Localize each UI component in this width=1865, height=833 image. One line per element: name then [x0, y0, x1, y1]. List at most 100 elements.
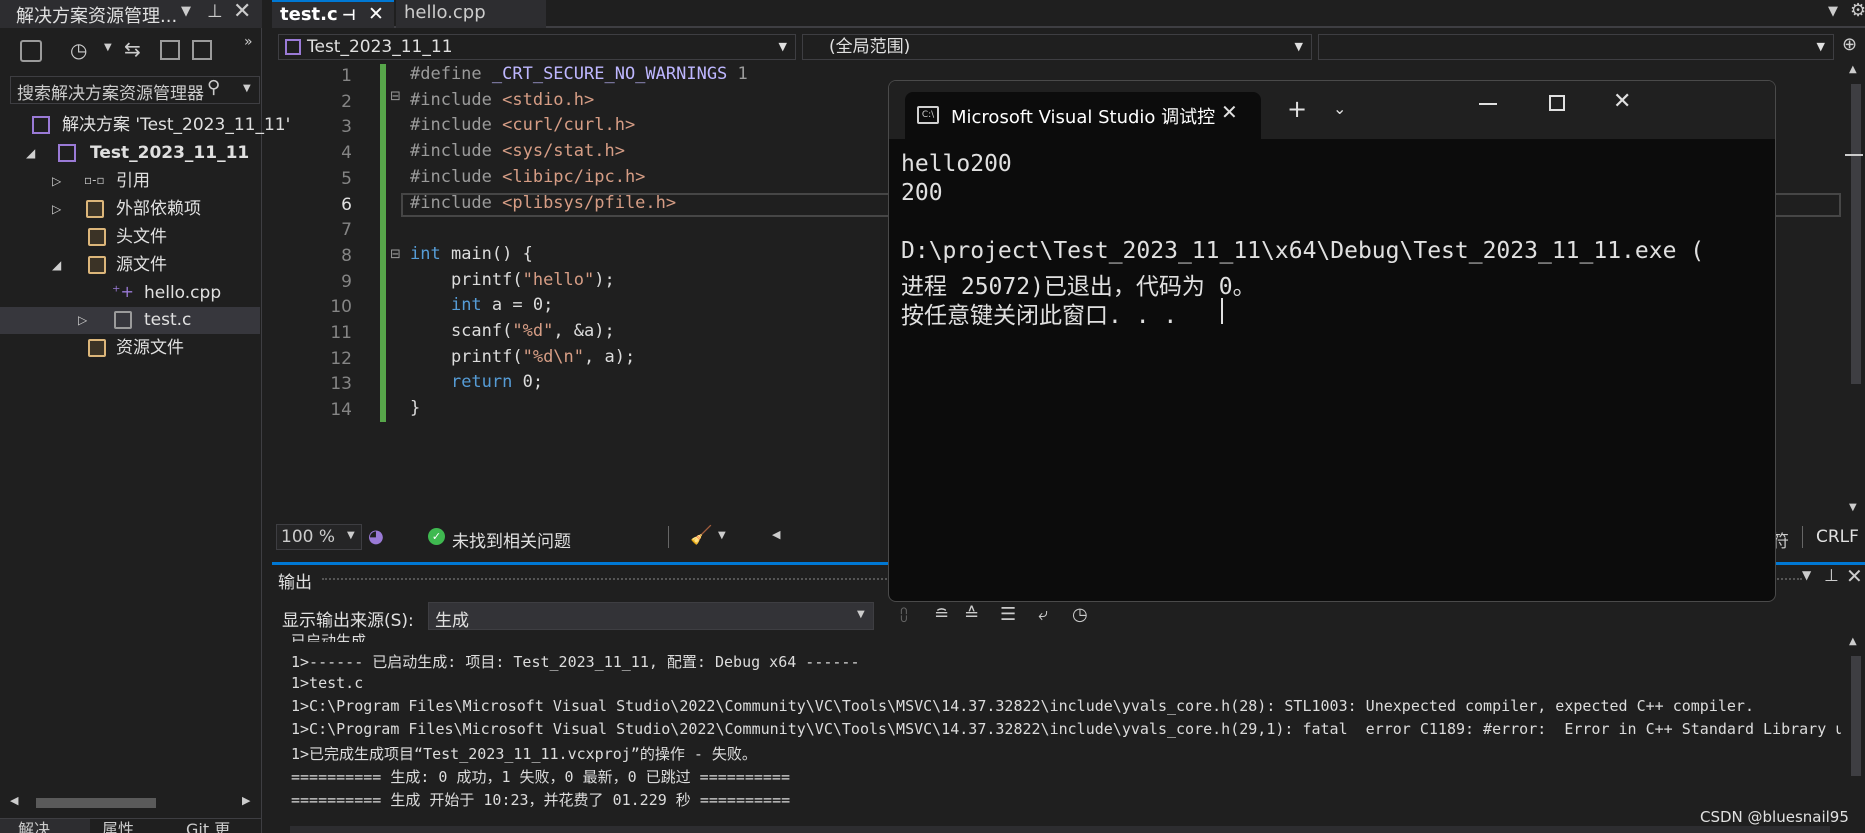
external-deps-icon	[86, 200, 104, 218]
tree-item-references[interactable]: ▷ ▫-▫ 引用	[0, 168, 260, 195]
copilot-icon[interactable]: ◕	[368, 526, 384, 547]
close-tab-icon[interactable]: ✕	[1221, 100, 1238, 124]
scroll-right-icon[interactable]: ▶	[242, 794, 250, 807]
tree-item-hello-cpp[interactable]: ⁺+ hello.cpp	[0, 280, 260, 307]
close-icon[interactable]: ✕	[368, 1, 384, 27]
clear-all-icon[interactable]: ☰	[1000, 604, 1016, 625]
close-window-icon[interactable]: ✕	[1613, 89, 1631, 114]
tree-item-solution[interactable]: 解决方案 'Test_2023_11_11'	[0, 112, 290, 139]
solution-explorer-titlebar: 解决方案资源管理... ▼ ⊥ ✕	[0, 0, 262, 28]
next-message-icon[interactable]: ≙	[964, 604, 979, 625]
scroll-down-icon[interactable]: ▼	[1849, 502, 1857, 513]
tree-item-source-files[interactable]: ◢ 源文件	[0, 252, 260, 279]
console-line: 按任意键关闭此窗口. . .	[901, 303, 1178, 329]
collapsed-icon[interactable]: ▷	[52, 196, 61, 223]
caret-marker	[1845, 154, 1863, 156]
gear-icon[interactable]: ⚙	[1850, 0, 1865, 21]
scroll-thumb[interactable]	[1851, 84, 1861, 384]
find-message-icon[interactable]: ⩇	[900, 606, 908, 626]
chevron-down-icon: ▼	[347, 530, 355, 541]
split-editor-icon[interactable]: ⊕	[1842, 34, 1857, 55]
debug-console-window[interactable]: C:\ Microsoft Visual Studio 调试控 ✕ + ⌄ ✕ …	[888, 80, 1776, 602]
word-wrap-icon[interactable]: ⤶	[1038, 604, 1048, 625]
scroll-left-icon[interactable]: ◀	[10, 794, 18, 807]
editor-vertical-scrollbar[interactable]: ▲ ▼	[1845, 64, 1865, 514]
minimize-icon[interactable]	[1479, 103, 1497, 105]
output-horizontal-scrollbar[interactable]	[290, 826, 1830, 833]
output-source-dropdown[interactable]: 生成 ▼	[428, 602, 874, 631]
console-line: hello200	[901, 151, 1012, 177]
scroll-thumb[interactable]	[1851, 656, 1861, 776]
tab-solution-explorer[interactable]: 解决...	[0, 819, 90, 833]
output-source-label: 显示输出来源(S):	[282, 611, 414, 631]
output-line: 1>已完成生成项目“Test_2023_11_11.vcxproj”的操作 - …	[291, 745, 757, 763]
tab-list-dropdown-icon[interactable]: ▼	[1828, 4, 1838, 19]
code-line: #include <sys/stat.h>	[410, 141, 625, 162]
line-ending-indicator[interactable]: CRLF	[1816, 527, 1859, 547]
code-line: return 0;	[450, 372, 544, 393]
tree-item-header-files[interactable]: 头文件	[0, 224, 260, 251]
history-icon[interactable]: ◷	[70, 38, 87, 62]
tree-item-external-deps[interactable]: ▷ 外部依赖项	[0, 196, 260, 223]
maximize-icon[interactable]	[1549, 95, 1565, 111]
chevron-down-icon[interactable]: ⌄	[1333, 99, 1346, 118]
tree-item-test-c[interactable]: ▷ test.c	[0, 307, 260, 334]
search-box[interactable]: 搜索解决方案资源管理器 ⚲ ▼	[10, 76, 260, 104]
new-tab-icon[interactable]: +	[1287, 95, 1307, 123]
tab-properties[interactable]: 属性	[102, 819, 134, 833]
close-icon[interactable]: ✕	[233, 0, 251, 24]
code-cleanup-icon[interactable]: 🧹	[690, 525, 712, 546]
show-all-files-icon[interactable]	[192, 40, 212, 60]
timestamp-icon[interactable]: ◷	[1072, 604, 1088, 625]
project-dropdown-value: Test_2023_11_11	[307, 37, 453, 57]
search-icon[interactable]: ⚲	[207, 77, 237, 103]
search-options-icon[interactable]: ▼	[243, 83, 251, 94]
pin-icon[interactable]: ⊥	[1824, 566, 1839, 586]
pin-icon[interactable]: ⊣	[342, 2, 356, 28]
scroll-up-icon[interactable]: ▲	[1849, 636, 1857, 647]
member-dropdown[interactable]: ▼	[1318, 34, 1834, 60]
tree-item-resource-files[interactable]: 资源文件	[0, 335, 260, 362]
zoom-dropdown[interactable]: 100 % ▼	[276, 524, 362, 550]
tab-git-changes[interactable]: Git 更...	[186, 819, 245, 833]
tab-hello-cpp[interactable]: hello.cpp	[396, 0, 546, 28]
dropdown-icon[interactable]: ▼	[1802, 568, 1811, 582]
console-titlebar: C:\ Microsoft Visual Studio 调试控 ✕ + ⌄ ✕	[889, 81, 1775, 139]
overflow-icon[interactable]: »	[244, 34, 253, 50]
scope-dropdown[interactable]: (全局范围) ▼	[802, 34, 1312, 60]
close-icon[interactable]: ✕	[1846, 564, 1863, 588]
dropdown-icon[interactable]: ▼	[181, 4, 191, 19]
scroll-left-icon[interactable]: ◀	[772, 528, 780, 541]
output-vertical-scrollbar[interactable]: ▲	[1845, 636, 1865, 826]
solution-icon	[32, 116, 50, 134]
expanded-icon[interactable]: ◢	[52, 252, 61, 279]
prev-message-icon[interactable]: ≘	[934, 604, 949, 625]
search-input[interactable]: 搜索解决方案资源管理器	[17, 79, 204, 104]
collapsed-icon[interactable]: ▷	[78, 307, 87, 334]
console-tab[interactable]: C:\ Microsoft Visual Studio 调试控 ✕	[905, 92, 1261, 139]
code-line: printf("%d\n", a);	[410, 346, 636, 367]
line-number: 9	[341, 271, 352, 292]
sync-view-icon[interactable]	[20, 40, 42, 62]
tree-item-project[interactable]: ◢ Test_2023_11_11	[0, 140, 260, 167]
horizontal-scrollbar[interactable]: ◀ ▶	[10, 794, 258, 812]
issues-status[interactable]: 未找到相关问题	[452, 527, 571, 552]
collapsed-icon[interactable]: ▷	[52, 168, 61, 195]
scroll-thumb[interactable]	[36, 798, 156, 808]
collapse-all-icon[interactable]	[160, 40, 180, 60]
collapse-icon[interactable]: ⊟	[390, 247, 401, 262]
chevron-down-icon[interactable]: ▼	[718, 530, 726, 541]
switch-view-icon[interactable]: ⇆	[124, 37, 141, 61]
project-dropdown[interactable]: Test_2023_11_11 ▼	[278, 34, 796, 60]
references-icon: ▫-▫	[84, 173, 105, 187]
pin-icon[interactable]: ⊥	[207, 1, 223, 22]
scroll-up-icon[interactable]: ▲	[1849, 64, 1857, 75]
zoom-value: 100 %	[281, 527, 336, 547]
expanded-icon[interactable]: ◢	[26, 140, 35, 167]
tree-item-label: 外部依赖项	[116, 199, 201, 219]
chevron-down-icon: ▼	[1294, 40, 1303, 53]
code-line: #include <stdio.h>	[410, 89, 595, 110]
chevron-down-icon[interactable]: ▼	[104, 42, 112, 53]
tab-test-c[interactable]: test.c ⊣ ✕	[272, 0, 394, 28]
collapse-icon[interactable]: ⊟	[390, 89, 401, 104]
